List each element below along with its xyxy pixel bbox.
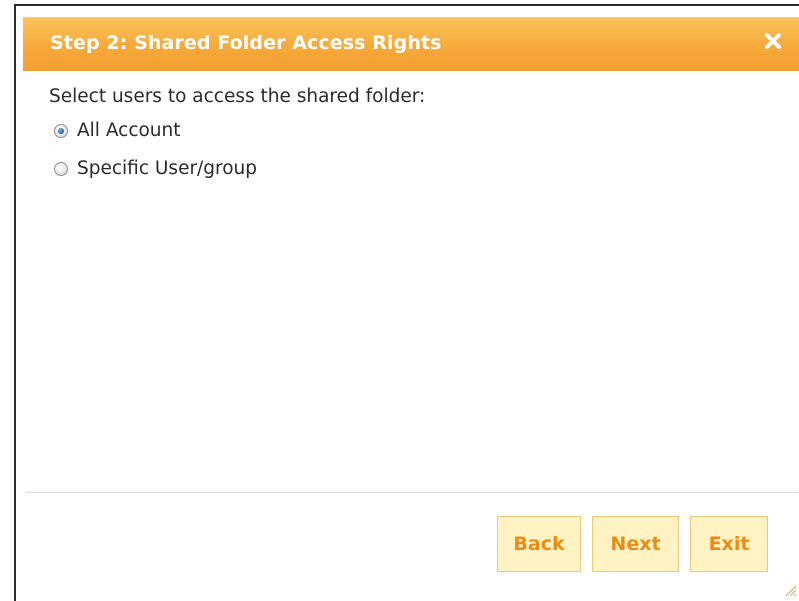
- shared-folder-dialog: Step 2: Shared Folder Access Rights Sele…: [14, 4, 799, 601]
- specific-user-group-label: Specific User/group: [77, 158, 258, 179]
- option-specific-user-group[interactable]: Specific User/group: [54, 158, 257, 179]
- option-all-account[interactable]: All Account: [54, 120, 181, 141]
- exit-button[interactable]: Exit: [690, 516, 768, 572]
- all-account-label: All Account: [77, 120, 181, 141]
- dialog-titlebar[interactable]: Step 2: Shared Folder Access Rights: [23, 17, 799, 71]
- footer-divider: [26, 492, 798, 493]
- resize-grip-icon[interactable]: [781, 581, 797, 597]
- specific-user-group-radio[interactable]: [54, 161, 68, 176]
- next-button[interactable]: Next: [592, 516, 679, 572]
- dialog-title: Step 2: Shared Folder Access Rights: [50, 32, 442, 54]
- close-icon[interactable]: [762, 30, 784, 52]
- all-account-radio[interactable]: [54, 123, 68, 138]
- back-button[interactable]: Back: [497, 516, 581, 572]
- access-prompt: Select users to access the shared folder…: [49, 86, 426, 107]
